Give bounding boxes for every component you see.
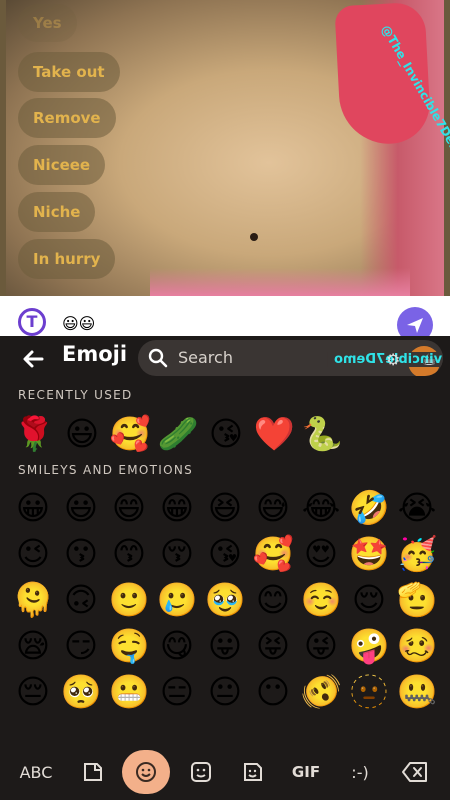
- emoji-key[interactable]: 😑: [155, 670, 199, 714]
- emoji-key[interactable]: 😬: [107, 670, 151, 714]
- bitmoji-icon: [191, 762, 211, 782]
- emoji-key[interactable]: 🥰: [108, 412, 152, 456]
- emoji-key[interactable]: 😀: [11, 486, 55, 530]
- emoji-key[interactable]: 🤩: [347, 532, 391, 576]
- keyboard-toolbar: ABC GIF :-): [0, 744, 450, 800]
- quick-reply-chip[interactable]: Niceee: [18, 145, 106, 185]
- back-arrow-icon[interactable]: [18, 344, 48, 374]
- emoji-key[interactable]: 😝: [251, 624, 295, 668]
- emoji-search-field[interactable]: Search @The_Invincible7Demo ⚙ ☕: [138, 340, 443, 376]
- emoji-key[interactable]: 😃: [59, 486, 103, 530]
- emoji-key[interactable]: 🫥: [347, 670, 391, 714]
- video-pink-bottom: [150, 268, 410, 296]
- sticker-icon: [84, 763, 102, 781]
- emoji-key[interactable]: 😊: [251, 578, 295, 622]
- emoji-key[interactable]: 🥺: [59, 670, 103, 714]
- backspace-icon: [402, 762, 427, 782]
- emoji-key[interactable]: 😔: [11, 670, 55, 714]
- emoji-key[interactable]: 🫠: [11, 578, 55, 622]
- backspace-button[interactable]: [396, 756, 434, 788]
- emoji-key[interactable]: 😘: [204, 412, 248, 456]
- emoji-key[interactable]: 😚: [155, 532, 199, 576]
- emoji-key[interactable]: 🥒: [156, 412, 200, 456]
- emoji-key[interactable]: 🤐: [395, 670, 439, 714]
- video-background: @The_Invincible7Demo Yes Take out Remove…: [0, 0, 450, 296]
- quick-reply-chip[interactable]: Niche: [18, 192, 96, 232]
- emoji-key[interactable]: 🙃: [59, 578, 103, 622]
- emoji-key[interactable]: 🙂: [107, 578, 151, 622]
- emoji-key[interactable]: 🥳: [395, 532, 439, 576]
- gif-button[interactable]: GIF: [286, 756, 326, 788]
- emoji-key[interactable]: 😙: [107, 532, 151, 576]
- emoji-key[interactable]: 🫡: [395, 578, 439, 622]
- compose-bar: T 😃😃: [0, 296, 450, 343]
- emoji-kitchen-button[interactable]: [236, 756, 270, 788]
- category-activity-icon[interactable]: ⚙: [386, 350, 400, 369]
- send-icon: [407, 318, 423, 333]
- emoji-keyboard: Emoji Search @The_Invincible7Demo ⚙ ☕ RE…: [0, 336, 450, 800]
- emoji-key[interactable]: 🐍: [300, 412, 344, 456]
- emoji-key[interactable]: 🤪: [347, 624, 391, 668]
- emoji-key[interactable]: 🫨: [299, 670, 343, 714]
- emoji-key[interactable]: 😐: [203, 670, 247, 714]
- smileys-section-label: SMILEYS AND EMOTIONS: [18, 463, 194, 477]
- video-mark: [250, 233, 258, 241]
- emoji-grid-row: 🫠 🙃 🙂 🥲 🥹 😊 ☺️ 😌 🫡: [0, 578, 450, 622]
- emoji-key[interactable]: 😋: [155, 624, 199, 668]
- recent-emoji-row: 🌹 😃 🥰 🥒 😘 ❤️ 🐍: [0, 412, 450, 456]
- emoji-key[interactable]: 🥹: [203, 578, 247, 622]
- message-input[interactable]: 😃😃: [62, 314, 95, 333]
- emoji-grid-row: 😀 😃 😄 😁 😆 😅 😂 🤣 😭: [0, 486, 450, 530]
- kitchen-sticker-icon: [244, 763, 262, 781]
- emoji-key[interactable]: 😶: [251, 670, 295, 714]
- quick-reply-chip[interactable]: Yes: [18, 4, 77, 42]
- emoji-key[interactable]: 😏: [59, 624, 103, 668]
- emoji-key[interactable]: 😂: [299, 486, 343, 530]
- emoji-tab-button[interactable]: [128, 756, 164, 788]
- emoji-title: Emoji: [62, 342, 128, 366]
- emoji-key[interactable]: 😄: [107, 486, 151, 530]
- emoji-key[interactable]: 😘: [203, 532, 247, 576]
- search-placeholder: Search: [178, 348, 233, 367]
- emoji-key[interactable]: ❤️: [252, 412, 296, 456]
- emoji-grid-row: 😉 😗 😙 😚 😘 🥰 😍 🤩 🥳: [0, 532, 450, 576]
- search-icon: [148, 348, 168, 368]
- emoji-header: Emoji Search @The_Invincible7Demo ⚙ ☕: [0, 336, 450, 380]
- emoji-key[interactable]: 🥰: [251, 532, 295, 576]
- emoji-key[interactable]: 🤣: [347, 486, 391, 530]
- sticker-button[interactable]: [76, 756, 110, 788]
- category-food-icon[interactable]: ☕: [422, 350, 436, 369]
- emoji-key[interactable]: 😜: [299, 624, 343, 668]
- quick-reply-chip[interactable]: Take out: [18, 52, 120, 92]
- emoji-grid-row: 😔 🥺 😬 😑 😐 😶 🫨 🫥 🤐: [0, 670, 450, 714]
- emoji-key[interactable]: 🥲: [155, 578, 199, 622]
- emoji-grid-row: 😪 😏 🤤 😋 😛 😝 😜 🤪 🥴: [0, 624, 450, 668]
- emoji-key[interactable]: 😗: [59, 532, 103, 576]
- emoji-key[interactable]: 😭: [395, 486, 439, 530]
- emoji-key[interactable]: 🤤: [107, 624, 151, 668]
- emoji-key[interactable]: 😛: [203, 624, 247, 668]
- app-logo-icon[interactable]: T: [18, 308, 46, 336]
- quick-reply-chip[interactable]: Remove: [18, 98, 116, 138]
- emoji-key[interactable]: 😁: [155, 486, 199, 530]
- emoji-key[interactable]: 😃: [60, 412, 104, 456]
- emoji-key[interactable]: 😌: [347, 578, 391, 622]
- bitmoji-button[interactable]: [184, 756, 218, 788]
- smiley-icon: [136, 762, 156, 782]
- emoji-key[interactable]: ☺️: [299, 578, 343, 622]
- emoticon-button[interactable]: :-): [340, 756, 380, 788]
- emoji-key[interactable]: 😍: [299, 532, 343, 576]
- quick-reply-chip[interactable]: In hurry: [18, 239, 116, 279]
- emoji-key[interactable]: 🌹: [12, 412, 56, 456]
- recently-used-label: RECENTLY USED: [18, 388, 133, 402]
- emoji-key[interactable]: 😪: [11, 624, 55, 668]
- emoji-key[interactable]: 😅: [251, 486, 295, 530]
- abc-button[interactable]: ABC: [14, 756, 58, 788]
- emoji-key[interactable]: 😉: [11, 532, 55, 576]
- emoji-key[interactable]: 😆: [203, 486, 247, 530]
- emoji-key[interactable]: 🥴: [395, 624, 439, 668]
